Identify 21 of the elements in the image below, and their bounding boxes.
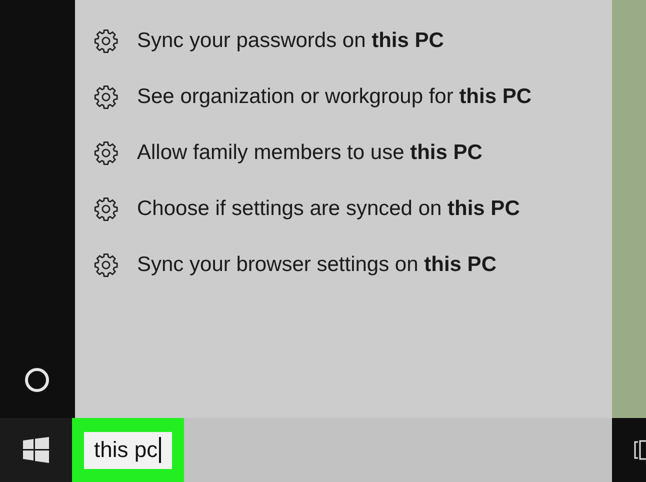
result-label: Allow family members to use this PC [137, 140, 482, 166]
search-result-item[interactable]: Sync your passwords on this PC [93, 26, 612, 56]
windows-icon [23, 437, 49, 463]
settings-icon [93, 84, 119, 110]
cortana-icon[interactable] [25, 368, 49, 392]
search-result-item[interactable]: Sync your browser settings on this PC [93, 250, 612, 280]
settings-icon [93, 252, 119, 278]
result-label: Sync your passwords on this PC [137, 28, 444, 54]
result-label: See organization or workgroup for this PC [137, 84, 532, 110]
search-result-item[interactable]: Choose if settings are synced on this PC [93, 194, 612, 224]
result-label: Sync your browser settings on this PC [137, 252, 496, 278]
search-text: this pc [94, 437, 161, 463]
search-result-item[interactable]: See organization or workgroup for this PC [93, 82, 612, 112]
task-view-icon[interactable] [634, 440, 646, 460]
settings-icon [93, 28, 119, 54]
start-button[interactable] [0, 418, 72, 482]
result-label: Choose if settings are synced on this PC [137, 196, 520, 222]
search-result-item[interactable]: Allow family members to use this PC [93, 138, 612, 168]
settings-icon [93, 140, 119, 166]
search-field[interactable]: this pc [84, 432, 172, 468]
settings-icon [93, 196, 119, 222]
